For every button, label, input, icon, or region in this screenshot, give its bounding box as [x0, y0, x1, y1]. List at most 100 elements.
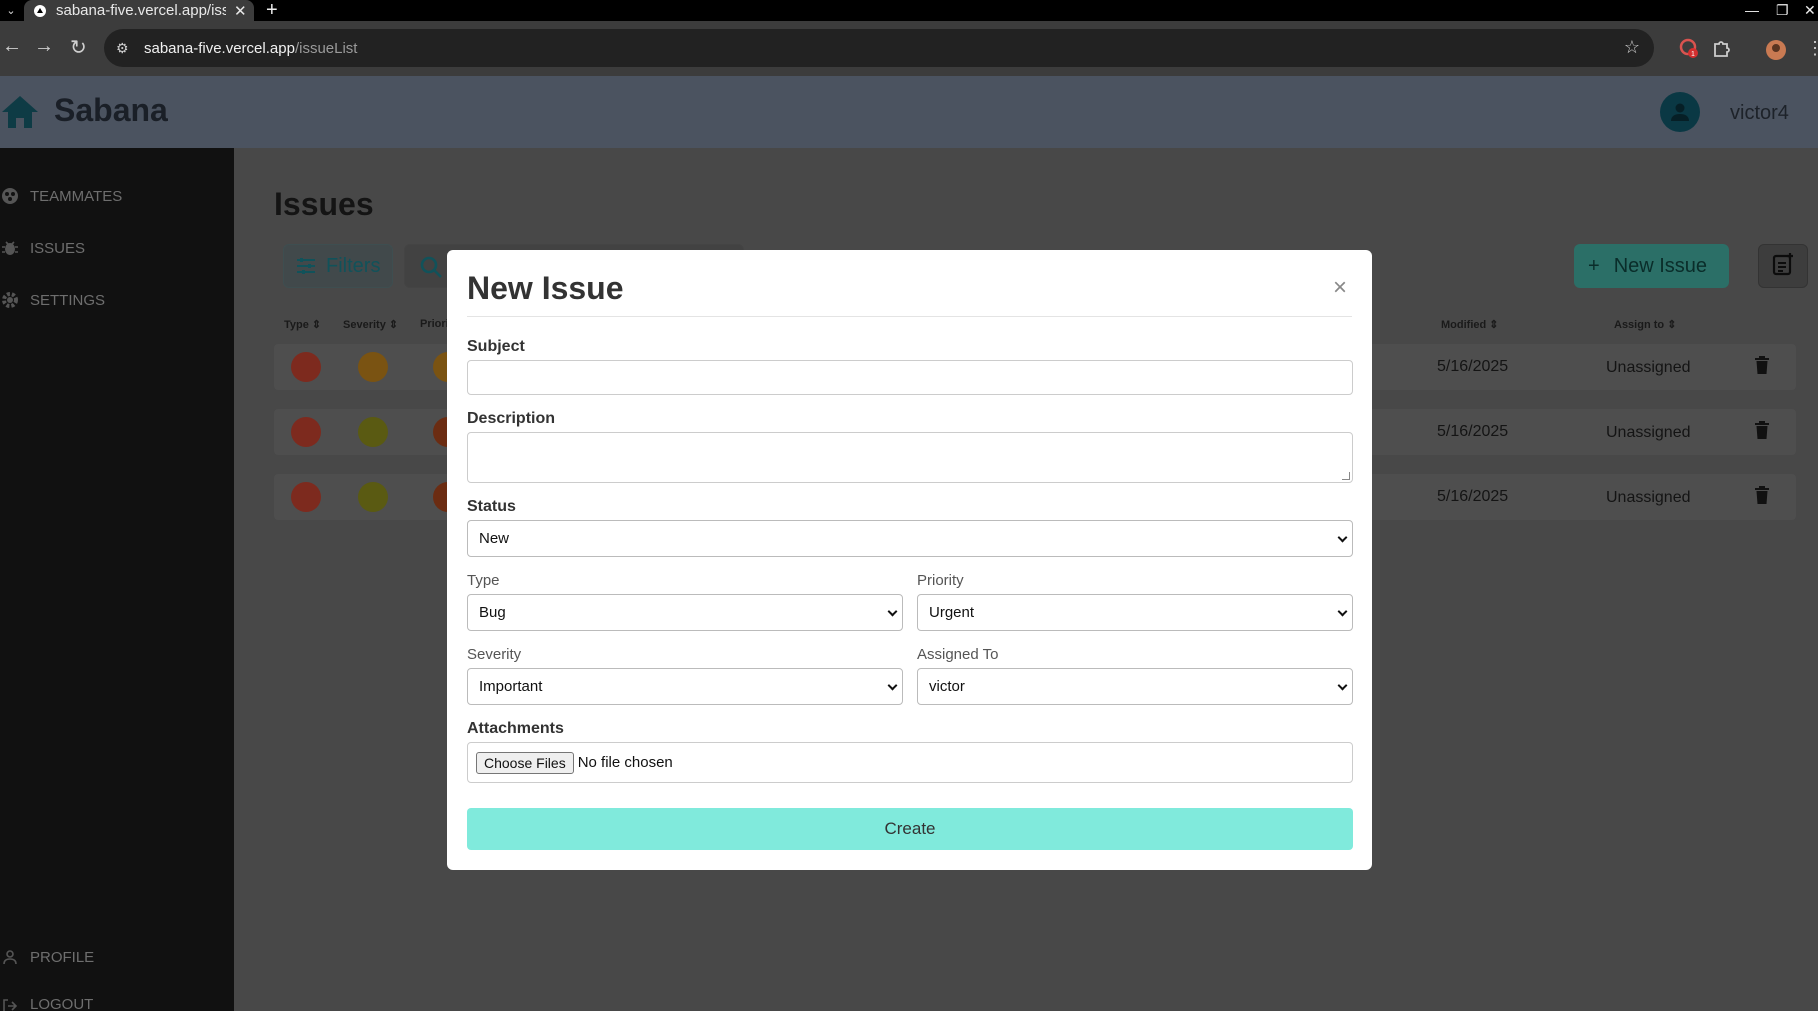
sidebar-item-teammates[interactable]: TEAMMATES: [0, 183, 122, 209]
url-host: sabana-five.vercel.app: [144, 39, 295, 57]
app-header: Sabana victor4: [0, 76, 1818, 148]
sort-icon: ⇕: [388, 319, 399, 331]
column-header-priority[interactable]: Priori: [420, 318, 449, 330]
bookmark-star-icon[interactable]: ☆: [1624, 37, 1640, 58]
modal-title: New Issue: [467, 270, 624, 306]
sidebar-item-profile[interactable]: PROFILE: [0, 944, 94, 970]
modified-date: 5/16/2025: [1437, 423, 1509, 440]
status-select[interactable]: New: [467, 520, 1353, 557]
type-indicator: [291, 482, 321, 512]
export-button[interactable]: [1758, 244, 1808, 288]
window-close-icon[interactable]: ✕: [1804, 0, 1816, 21]
severity-label: Severity: [467, 646, 522, 663]
user-avatar-icon[interactable]: [1660, 92, 1700, 132]
assigned-to-label: Assigned To: [917, 646, 999, 663]
modified-date: 5/16/2025: [1437, 488, 1509, 505]
description-label: Description: [467, 410, 556, 427]
column-label: Severity: [343, 319, 386, 331]
teammates-icon: [0, 186, 20, 206]
status-label: Status: [467, 498, 516, 515]
profile-avatar-icon[interactable]: [1766, 40, 1786, 65]
tab-list-chevron-icon[interactable]: ⌄: [0, 0, 22, 21]
sidebar-item-label: TEAMMATES: [30, 187, 123, 205]
sidebar-item-issues[interactable]: ISSUES: [0, 235, 85, 261]
address-bar[interactable]: ⚙ sabana-five.vercel.app/issueList ☆: [104, 29, 1654, 67]
resize-grip-icon[interactable]: [1342, 472, 1350, 480]
description-field[interactable]: [467, 432, 1353, 483]
reload-icon[interactable]: ↻: [70, 35, 87, 60]
choose-files-button[interactable]: Choose Files: [476, 751, 574, 774]
status-value: New: [479, 530, 510, 547]
sidebar-item-settings[interactable]: SETTINGS: [0, 287, 105, 313]
new-issue-button[interactable]: + New Issue: [1574, 244, 1729, 288]
back-icon[interactable]: ←: [2, 35, 22, 58]
restore-icon[interactable]: ❐: [1776, 0, 1789, 21]
browser-menu-icon[interactable]: ⋮: [1806, 38, 1818, 59]
subject-label: Subject: [467, 338, 525, 355]
extension-icon[interactable]: 1: [1678, 37, 1700, 64]
sort-icon: ⇕: [311, 319, 322, 331]
sidebar: TEAMMATES ISSUES SETTINGS PROFILE LOGOUT: [0, 148, 234, 1011]
chevron-down-icon: [1337, 680, 1348, 691]
column-header-type[interactable]: Type ⇕: [284, 318, 321, 331]
gear-icon: [0, 290, 20, 310]
type-value: Bug: [479, 604, 506, 621]
assigned-to-value: victor: [929, 678, 965, 695]
browser-tab-active[interactable]: sabana-five.vercel.app/issueList ✕: [24, 0, 254, 21]
tab-title: sabana-five.vercel.app/issueList: [56, 2, 226, 19]
trash-icon[interactable]: [1754, 421, 1770, 439]
filters-sliders-icon: [296, 257, 316, 275]
chevron-down-icon: [1337, 606, 1348, 617]
sort-icon: ⇕: [1489, 319, 1499, 331]
browser-tab-bar: ⌄ sabana-five.vercel.app/issueList ✕ + —…: [0, 0, 1818, 21]
sidebar-item-label: ISSUES: [30, 239, 86, 257]
priority-select[interactable]: Urgent: [917, 594, 1353, 631]
minimize-icon[interactable]: —: [1745, 0, 1759, 21]
search-icon: [419, 255, 443, 284]
sidebar-item-label: PROFILE: [30, 948, 95, 966]
filters-button[interactable]: Filters: [283, 244, 393, 288]
extensions-puzzle-icon[interactable]: [1713, 40, 1731, 63]
trash-icon[interactable]: [1754, 356, 1770, 374]
column-header-modified[interactable]: Modified ⇕: [1441, 318, 1499, 331]
attachments-label: Attachments: [467, 720, 564, 737]
type-select[interactable]: Bug: [467, 594, 903, 631]
tab-close-icon[interactable]: ✕: [234, 2, 247, 20]
url-path: /issueList: [294, 39, 358, 57]
vercel-favicon-icon: [34, 4, 46, 17]
username[interactable]: victor4: [1730, 102, 1789, 125]
create-button[interactable]: Create: [467, 808, 1353, 850]
assigned-to-cell[interactable]: Unassigned: [1606, 359, 1691, 377]
severity-indicator: [358, 482, 388, 512]
modified-date: 5/16/2025: [1437, 358, 1509, 375]
column-label: Priori: [420, 318, 449, 330]
filters-label: Filters: [326, 254, 381, 277]
no-file-text: No file chosen: [577, 754, 673, 771]
site-settings-icon[interactable]: ⚙: [116, 40, 138, 57]
forward-icon[interactable]: →: [34, 35, 54, 58]
extension-badge: 1: [1691, 51, 1695, 58]
type-indicator: [291, 417, 321, 447]
new-tab-icon[interactable]: +: [266, 0, 278, 21]
priority-label: Priority: [917, 572, 964, 589]
sidebar-item-label: SETTINGS: [30, 291, 106, 309]
assigned-to-select[interactable]: victor: [917, 668, 1353, 705]
clipboard-add-icon: [1771, 252, 1795, 281]
sidebar-item-logout[interactable]: LOGOUT: [0, 996, 93, 1011]
plus-icon: +: [1588, 254, 1600, 277]
type-label: Type: [467, 572, 500, 589]
brand-title[interactable]: Sabana: [54, 92, 168, 129]
assigned-to-cell[interactable]: Unassigned: [1606, 424, 1691, 442]
assigned-to-cell[interactable]: Unassigned: [1606, 489, 1691, 507]
column-header-severity[interactable]: Severity ⇕: [343, 318, 398, 331]
column-label: Type: [284, 319, 309, 331]
severity-select[interactable]: Important: [467, 668, 903, 705]
chevron-down-icon: [887, 606, 898, 617]
trash-icon[interactable]: [1754, 486, 1770, 504]
chevron-down-icon: [887, 680, 898, 691]
home-icon[interactable]: [0, 92, 40, 132]
type-indicator: [291, 352, 321, 382]
subject-field[interactable]: [467, 360, 1353, 395]
close-icon[interactable]: ×: [1333, 274, 1347, 302]
column-header-assign-to[interactable]: Assign to ⇕: [1614, 318, 1676, 331]
